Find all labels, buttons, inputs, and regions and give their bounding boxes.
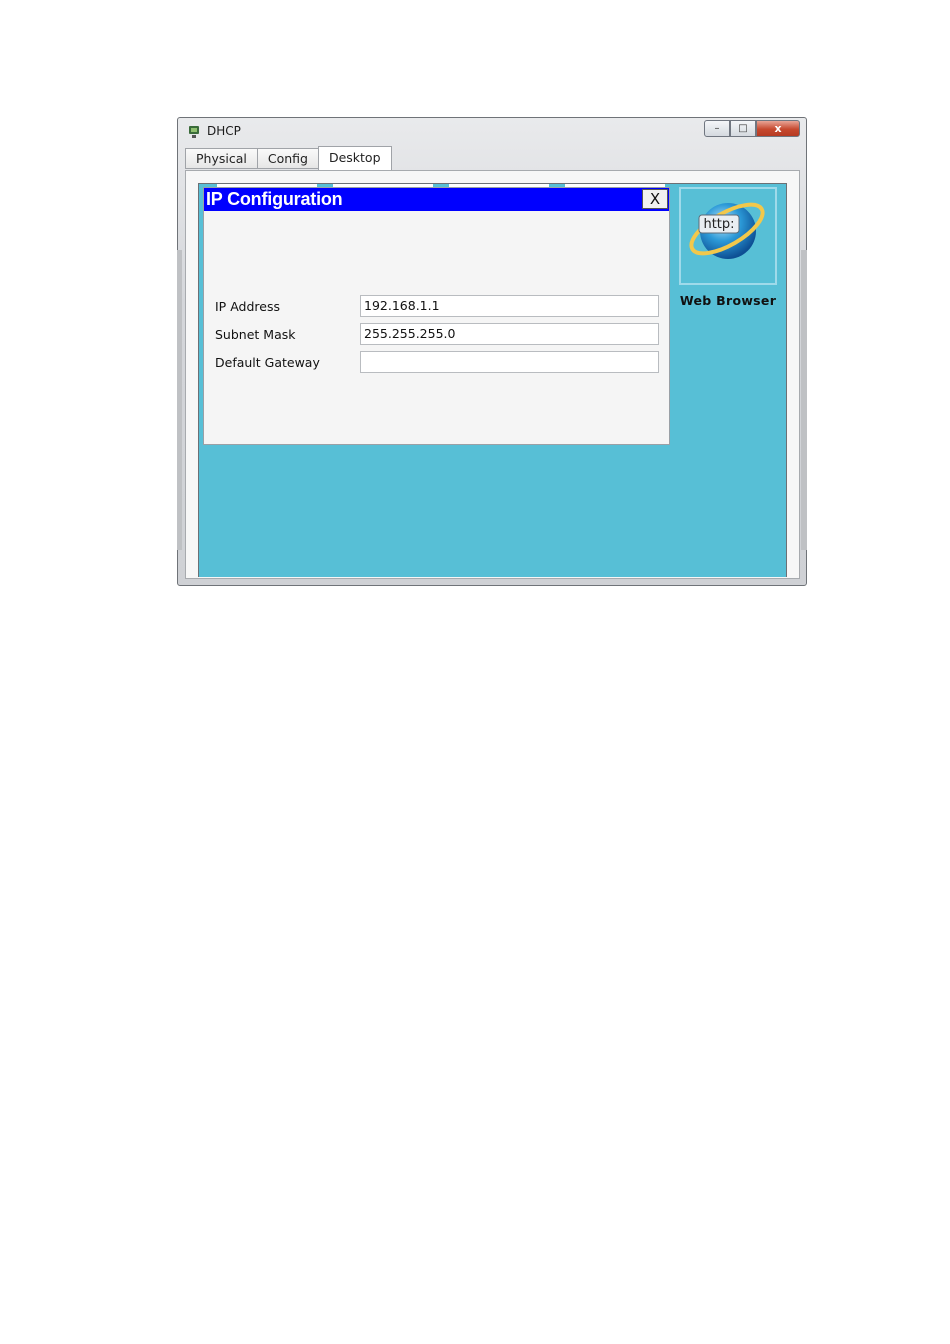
web-browser-icon: http: bbox=[689, 202, 765, 259]
default-gateway-field[interactable] bbox=[360, 351, 659, 373]
close-button[interactable]: x bbox=[756, 120, 800, 137]
ip-configuration-dialog: IP Configuration X IP Address 192.168.1.… bbox=[203, 187, 670, 445]
desktop-area: IP Configuration X IP Address 192.168.1.… bbox=[198, 183, 787, 577]
window-controls: – □ x bbox=[704, 120, 800, 138]
web-browser-label: Web Browser bbox=[679, 293, 777, 308]
http-label: http: bbox=[703, 217, 734, 232]
minimize-button[interactable]: – bbox=[704, 120, 730, 137]
title-bar[interactable]: DHCP – □ x bbox=[178, 118, 806, 146]
tab-physical[interactable]: Physical bbox=[185, 148, 258, 169]
ip-address-label: IP Address bbox=[215, 299, 280, 314]
window-edge bbox=[177, 250, 182, 550]
ip-address-field[interactable]: 192.168.1.1 bbox=[360, 295, 659, 317]
subnet-mask-field[interactable]: 255.255.255.0 bbox=[360, 323, 659, 345]
web-browser-button[interactable]: http: bbox=[679, 187, 777, 285]
dialog-title-bar[interactable]: IP Configuration X bbox=[204, 188, 669, 211]
tab-bar: Physical Config Desktop bbox=[185, 146, 392, 170]
default-gateway-label: Default Gateway bbox=[215, 355, 320, 370]
dialog-close-button[interactable]: X bbox=[642, 189, 668, 209]
maximize-button[interactable]: □ bbox=[730, 120, 756, 137]
tab-desktop[interactable]: Desktop bbox=[317, 146, 392, 170]
window-title: DHCP bbox=[207, 124, 241, 138]
dhcp-window: DHCP – □ x Physical Config Desktop IP Co… bbox=[177, 117, 807, 586]
subnet-mask-label: Subnet Mask bbox=[215, 327, 296, 342]
close-icon: x bbox=[774, 122, 782, 135]
minimize-icon: – bbox=[714, 123, 720, 134]
dialog-title: IP Configuration bbox=[206, 189, 343, 209]
window-edge bbox=[801, 250, 807, 550]
tab-config[interactable]: Config bbox=[256, 148, 319, 169]
maximize-icon: □ bbox=[738, 123, 748, 134]
tab-content: IP Configuration X IP Address 192.168.1.… bbox=[185, 170, 800, 579]
app-icon bbox=[189, 126, 199, 138]
